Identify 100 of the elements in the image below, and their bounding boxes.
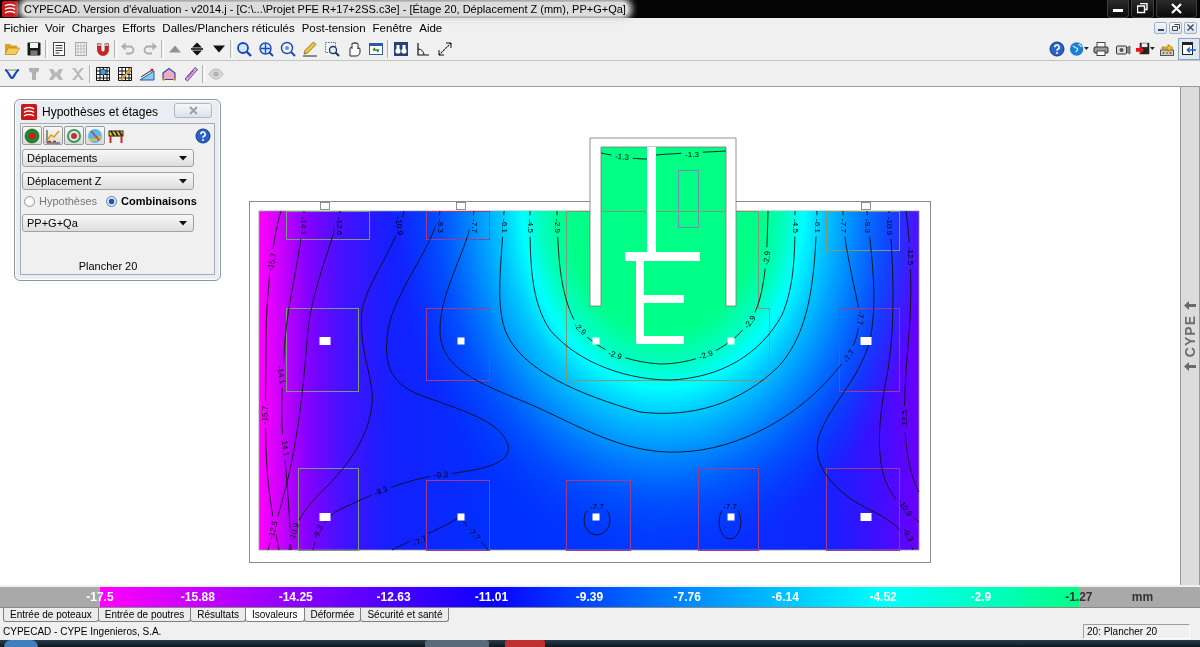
- legend-value: -4.52: [868, 590, 898, 604]
- contour-label: -7.7: [838, 219, 848, 233]
- radio-button[interactable]: [24, 195, 35, 207]
- contour-label: -14.1: [279, 437, 291, 457]
- contour-label: -10.9: [884, 216, 894, 236]
- contour-label: -6.1: [812, 219, 822, 233]
- contour-label: -9.3: [433, 469, 449, 481]
- binoculars-icon: [393, 40, 409, 57]
- sheet-tab[interactable]: Déformée: [303, 608, 362, 622]
- minimize-button[interactable]: [1154, 21, 1167, 34]
- close-icon: [1187, 24, 1194, 31]
- left-arrow-icon: [1184, 362, 1196, 372]
- column-icon: [26, 65, 42, 82]
- contour-label: -7.7: [466, 525, 482, 543]
- result-type-dropdown[interactable]: Déplacements: [22, 149, 194, 167]
- window-title: CYPECAD. Version d'évaluation - v2014.j - [C:\...\Projet PFE R+17+2SS.c3e] - [Étage 20, Déplacement Z (mm), PP+G+Qa]: [22, 2, 628, 16]
- contour-label: -9.3: [435, 219, 445, 233]
- menu-item[interactable]: Efforts: [118, 19, 159, 36]
- minimize-button[interactable]: [1107, 0, 1129, 18]
- legend-value: -11.01: [473, 590, 510, 604]
- contour-label: -12.6: [334, 216, 344, 236]
- contour-label: -1.3: [685, 149, 699, 159]
- zoom-window-icon: [324, 40, 340, 57]
- window-icon: [368, 40, 384, 57]
- caret-icon: [1150, 47, 1155, 50]
- contour-label: -2.9: [607, 348, 623, 362]
- combination-dropdown[interactable]: PP+G+Qa: [22, 214, 194, 232]
- contour-label: -15.7: [265, 252, 279, 272]
- floppy-arrow-icon: [1135, 40, 1151, 57]
- column-marker: [860, 337, 872, 345]
- printer-icon: [1093, 40, 1109, 57]
- sheet-tab[interactable]: Entrée de poteaux: [3, 608, 99, 622]
- close-button[interactable]: [1184, 21, 1197, 34]
- hand-icon: [346, 40, 362, 57]
- restore-button[interactable]: [1169, 21, 1182, 34]
- contour-label: -14.1: [275, 365, 287, 385]
- undo-icon: [120, 40, 136, 57]
- panel-title: Hypothèses et étages: [42, 104, 159, 119]
- column-marker: [457, 337, 465, 345]
- side-bar-label[interactable]: CYPE: [1182, 314, 1198, 358]
- contour-label: -4.5: [525, 219, 535, 233]
- pencil-icon: [302, 40, 318, 57]
- radio-label[interactable]: Combinaisons: [121, 195, 197, 207]
- radio-button[interactable]: [106, 195, 117, 207]
- contour-label: -2.9: [571, 320, 589, 338]
- legend-value: -12.63: [375, 590, 412, 604]
- magnet-icon: [95, 40, 111, 57]
- help-button[interactable]: [195, 127, 211, 144]
- legend-value: -17.5: [85, 590, 115, 604]
- toolbar-button[interactable]: [1178, 37, 1200, 60]
- legend-value: -14.25: [277, 590, 314, 604]
- column-marker: [457, 513, 465, 521]
- cross-icon: [70, 65, 86, 82]
- contour-label: -10.9: [393, 216, 405, 236]
- sheet-tab[interactable]: Isovaleurs: [244, 608, 305, 622]
- contour-label: -1.3: [614, 151, 630, 163]
- sheet-tab[interactable]: Résultats: [190, 608, 246, 622]
- contour-label: -9.3: [862, 219, 872, 233]
- contour-label: -14.1: [298, 216, 308, 236]
- contour-label: -2.9: [552, 219, 562, 233]
- legend-value: -6.14: [770, 590, 800, 604]
- view-button[interactable]: [22, 126, 42, 145]
- zoom-extents-icon: [258, 40, 274, 57]
- menu-item[interactable]: Fichier: [0, 19, 42, 36]
- close-icon: [1171, 3, 1182, 14]
- sheet-tab[interactable]: Sécurité et santé: [360, 608, 450, 622]
- start-button[interactable]: [4, 640, 38, 647]
- legend-value: -7.76: [672, 590, 702, 604]
- contour-label: -7.7: [469, 219, 479, 233]
- legend-value: -2.9: [969, 590, 993, 604]
- angle-icon: [415, 40, 431, 57]
- app-icon: [21, 103, 37, 120]
- caret-icon: [179, 155, 187, 161]
- magnifier-icon: [280, 40, 296, 57]
- menu-item[interactable]: Dalles/Planchers réticulés: [158, 19, 299, 36]
- drop-panel-outline: [426, 211, 490, 240]
- grid-icon: [95, 65, 111, 82]
- chart-icon: [45, 127, 61, 144]
- menu-item[interactable]: Aide: [415, 19, 446, 36]
- contour-label: -9.3: [311, 523, 325, 541]
- menu-item[interactable]: Post-tension: [298, 19, 370, 36]
- shaft-outline: [678, 170, 699, 228]
- contour-label: -2.9: [698, 348, 714, 362]
- redo-icon: [142, 40, 158, 57]
- contour-label: -12.5: [905, 246, 915, 266]
- menu-item[interactable]: Voir: [41, 19, 69, 36]
- sheet-tab[interactable]: Entrée de poutres: [97, 608, 192, 622]
- restore-button[interactable]: [1131, 0, 1154, 18]
- column-marker: [727, 337, 735, 345]
- menu-item[interactable]: Charges: [68, 19, 119, 36]
- menu-item[interactable]: Fenêtre: [369, 19, 416, 36]
- column-marker: [319, 513, 331, 521]
- app-icon: [2, 1, 18, 17]
- column-marker: [727, 513, 735, 521]
- component-dropdown[interactable]: Déplacement Z: [22, 172, 194, 190]
- close-button[interactable]: [1156, 0, 1197, 18]
- contour-label: -7.7: [841, 347, 857, 365]
- drop-panel-outline: [566, 480, 631, 551]
- radio-label[interactable]: Hypothèses: [39, 195, 98, 207]
- status-text: CYPECAD - CYPE Ingenieros, S.A.: [3, 625, 162, 637]
